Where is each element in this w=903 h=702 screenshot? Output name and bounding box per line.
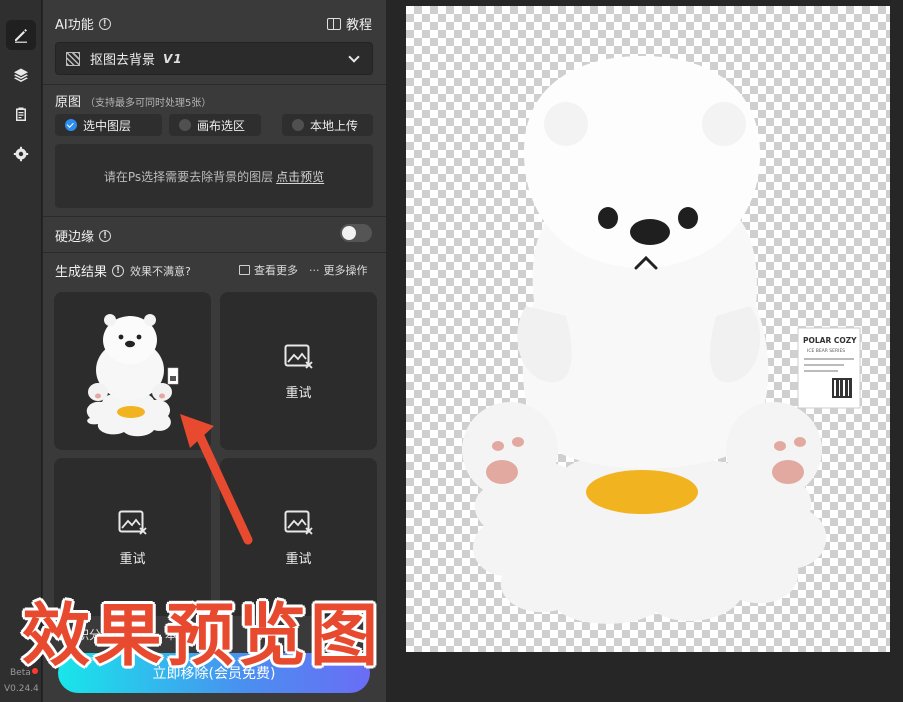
source-hint: 请在Ps选择需要去除背景的图层 (103, 169, 274, 184)
view-more-link[interactable]: 查看更多 (239, 262, 298, 278)
chevron-down-icon (348, 51, 360, 63)
more-actions-label: 更多操作 (323, 264, 368, 277)
result-card-retry[interactable]: 重试 (220, 292, 377, 450)
radio-unchecked-icon (179, 119, 191, 131)
divider (43, 216, 386, 217)
option-local-upload[interactable]: 本地上传 (282, 114, 373, 136)
results-header: 生成结果 ! 效果不满意? (55, 261, 191, 280)
document-canvas[interactable]: POLAR COZY ICE BEAR SERIES (406, 6, 890, 652)
info-icon[interactable]: ! (112, 264, 125, 277)
option-label: 本地上传 (310, 118, 359, 133)
retry-label: 重试 (119, 552, 146, 567)
brush-tool-button[interactable] (6, 20, 36, 50)
view-more-label: 查看更多 (254, 264, 298, 277)
dissatisfied-link[interactable]: 效果不满意? (130, 263, 191, 279)
clipboard-icon (16, 107, 26, 121)
layers-tool-button[interactable] (6, 60, 36, 90)
function-select-label: 抠图去背景 (90, 53, 156, 68)
clipboard-tool-button[interactable] (6, 99, 36, 129)
ai-section-title: AI功能 (55, 18, 94, 33)
function-version-badge: V1 (163, 51, 183, 66)
info-icon[interactable]: ! (98, 17, 111, 30)
option-label: 画布选区 (197, 118, 246, 133)
divider (43, 84, 386, 85)
original-title: 原图 (55, 95, 82, 110)
option-label: 选中图层 (83, 118, 132, 133)
tag-brand: POLAR COZY (803, 336, 857, 345)
hard-edge-toggle[interactable] (340, 224, 372, 242)
info-icon[interactable]: ! (99, 229, 112, 242)
view-more-icon (239, 265, 250, 275)
tag-line: ICE BEAR SERIES (807, 348, 845, 354)
original-section-title: 原图 （支持最多可同时处理5张） (55, 91, 211, 110)
toggle-knob (342, 226, 356, 240)
cutout-preview-image: POLAR COZY ICE BEAR SERIES (462, 56, 861, 624)
preview-link[interactable]: 点击预览 (276, 168, 324, 185)
divider (43, 252, 386, 253)
tutorial-label: 教程 (345, 18, 372, 33)
version-label: V0.24.4 (4, 684, 39, 694)
function-select[interactable]: 抠图去背景 V1 (55, 42, 373, 75)
radio-unchecked-icon (292, 119, 304, 131)
broken-image-icon (118, 510, 147, 535)
annotation-title: 效果预览图 (22, 597, 383, 676)
ai-section-header: AI功能 ! (55, 14, 111, 33)
option-canvas-selection[interactable]: 画布选区 (169, 114, 261, 136)
result-card-image[interactable] (54, 292, 211, 450)
radio-checked-icon (65, 119, 77, 131)
settings-tool-button[interactable] (6, 139, 36, 169)
option-selected-layer[interactable]: 选中图层 (55, 114, 162, 136)
pencil-icon (15, 29, 27, 43)
retry-label: 重试 (285, 552, 312, 567)
more-actions-link[interactable]: ··· 更多操作 (309, 262, 368, 278)
hard-edge-header: 硬边缘 ! (55, 226, 112, 245)
book-icon (326, 17, 341, 30)
ellipsis-icon: ··· (309, 263, 320, 277)
broken-image-icon (284, 510, 313, 535)
gear-icon (13, 146, 29, 162)
results-title: 生成结果 (55, 265, 108, 280)
result-thumbnail (86, 314, 179, 437)
tutorial-link[interactable]: 教程 (326, 14, 372, 33)
original-subtitle: （支持最多可同时处理5张） (85, 98, 212, 109)
retry-label: 重试 (285, 386, 312, 401)
layers-icon (14, 68, 28, 82)
broken-image-icon (284, 344, 313, 369)
cutout-icon (66, 51, 80, 66)
source-hint-box: 请在Ps选择需要去除背景的图层 点击预览 (55, 144, 373, 208)
hard-edge-label: 硬边缘 (55, 230, 95, 245)
